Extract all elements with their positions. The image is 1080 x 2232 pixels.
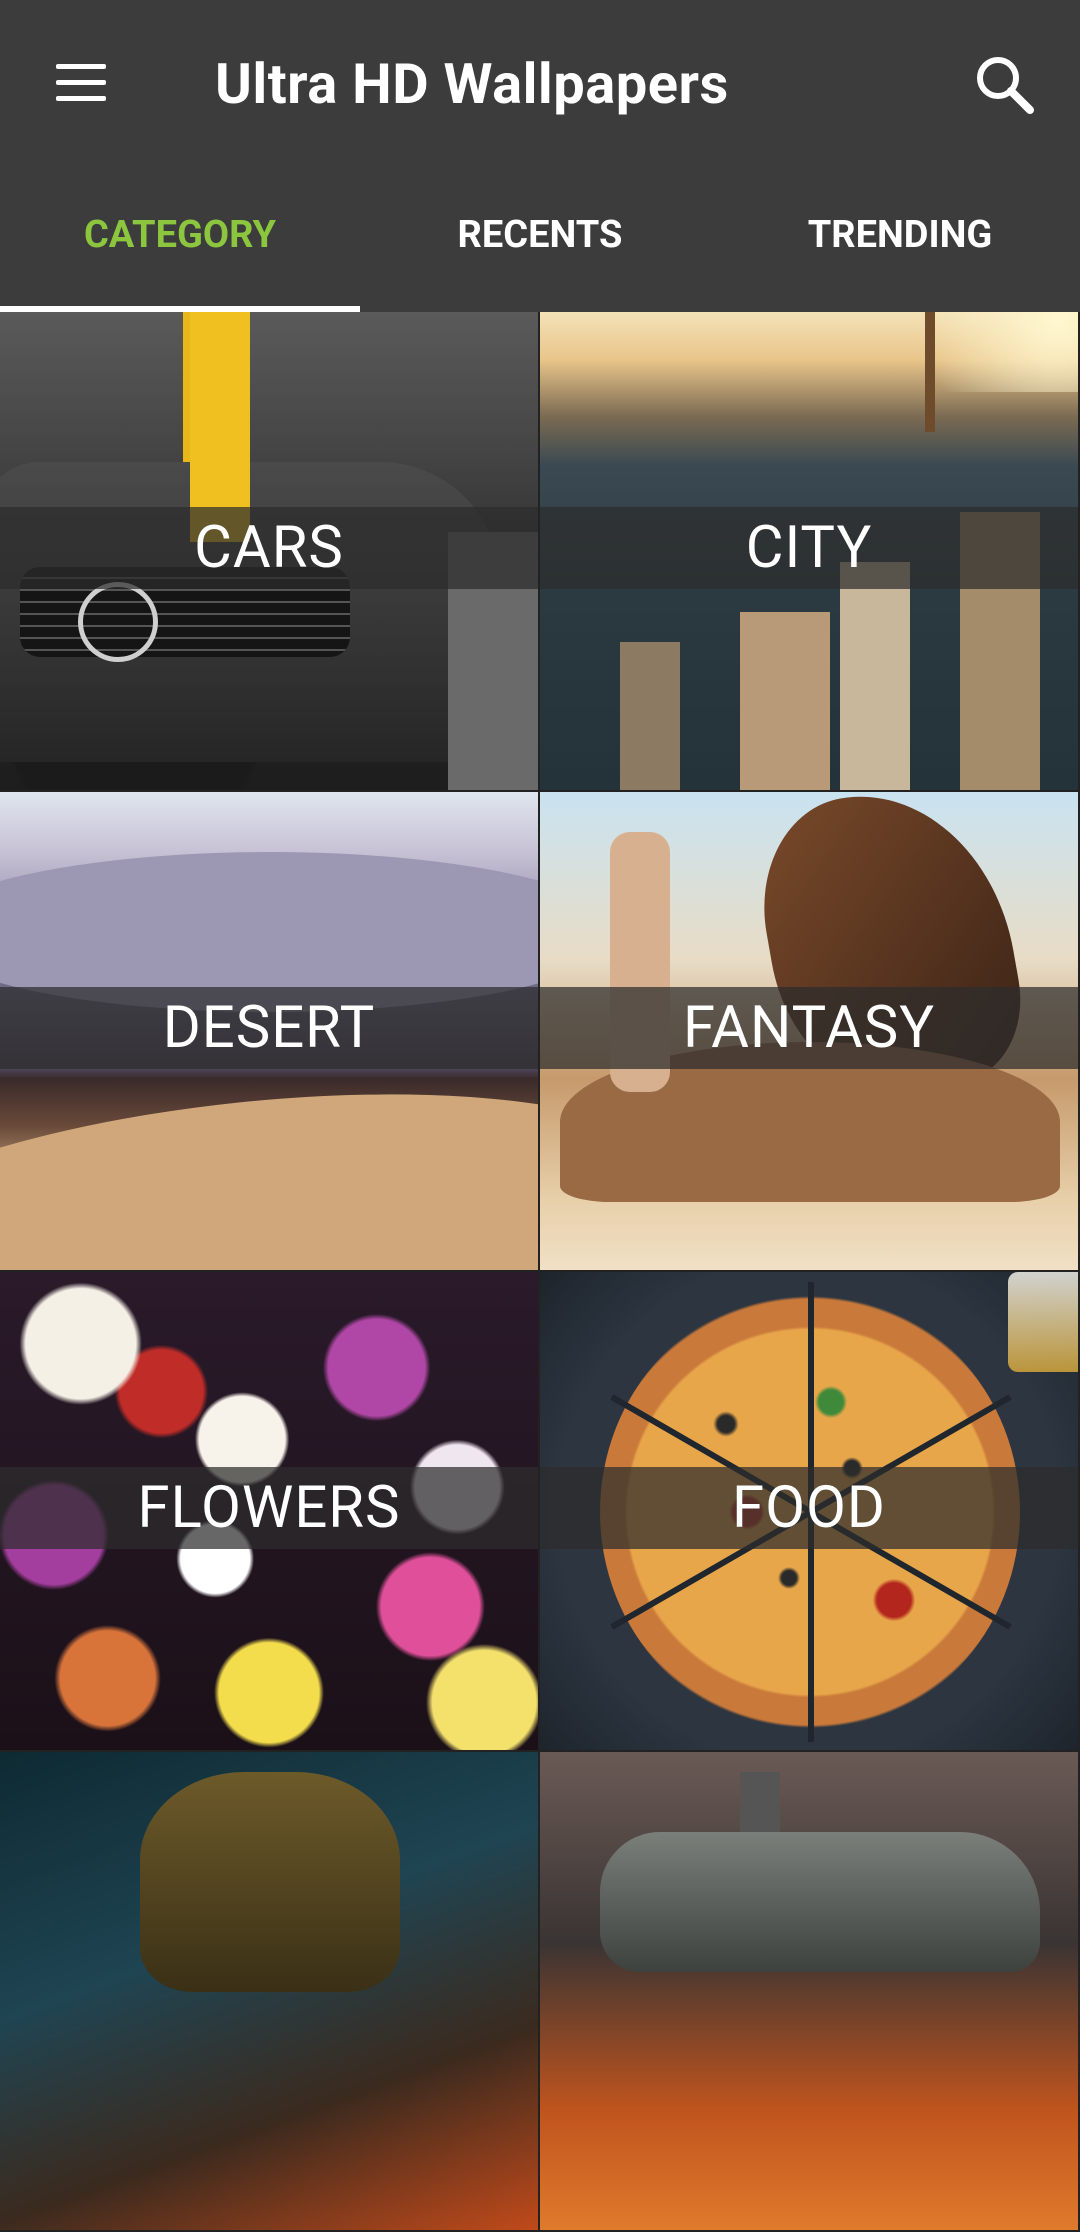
- category-tile-military[interactable]: [540, 1752, 1080, 2232]
- category-label: FANTASY: [682, 994, 936, 1062]
- category-label-band: FANTASY: [540, 987, 1078, 1069]
- app-bar: Ultra HD Wallpapers: [0, 0, 1080, 170]
- menu-line: [56, 96, 106, 101]
- category-tile-desert[interactable]: DESERT: [0, 792, 540, 1272]
- tab-bar: CATEGORY RECENTS TRENDING: [0, 170, 1080, 312]
- tab-trending[interactable]: TRENDING: [720, 170, 1080, 312]
- category-label: CARS: [194, 514, 344, 582]
- category-tile-fantasy[interactable]: FANTASY: [540, 792, 1080, 1272]
- category-label-band: FOOD: [540, 1467, 1078, 1549]
- category-label: CITY: [745, 514, 873, 582]
- category-tile-flowers[interactable]: FLOWERS: [0, 1272, 540, 1752]
- tab-recents[interactable]: RECENTS: [360, 170, 720, 312]
- category-label-band: DESERT: [0, 987, 538, 1069]
- category-label: DESERT: [162, 994, 376, 1062]
- category-label-band: CARS: [0, 507, 538, 589]
- menu-line: [56, 80, 106, 85]
- games-thumbnail: [0, 1752, 538, 2230]
- tab-category[interactable]: CATEGORY: [0, 170, 360, 312]
- category-tile-cars[interactable]: CARS: [0, 312, 540, 792]
- military-thumbnail: [540, 1752, 1078, 2230]
- category-tile-city[interactable]: CITY: [540, 312, 1080, 792]
- category-label: FOOD: [732, 1474, 886, 1542]
- category-label-band: FLOWERS: [0, 1467, 538, 1549]
- category-grid: CARS CITY DESERT FANTASY FLOWERS FOOD: [0, 312, 1080, 2232]
- search-icon[interactable]: [970, 50, 1040, 120]
- category-label: FLOWERS: [137, 1474, 401, 1542]
- app-title: Ultra HD Wallpapers: [215, 51, 729, 117]
- category-label-band: CITY: [540, 507, 1078, 589]
- menu-line: [56, 64, 106, 69]
- category-tile-food[interactable]: FOOD: [540, 1272, 1080, 1752]
- hamburger-menu-icon[interactable]: [48, 56, 114, 110]
- category-tile-games[interactable]: [0, 1752, 540, 2232]
